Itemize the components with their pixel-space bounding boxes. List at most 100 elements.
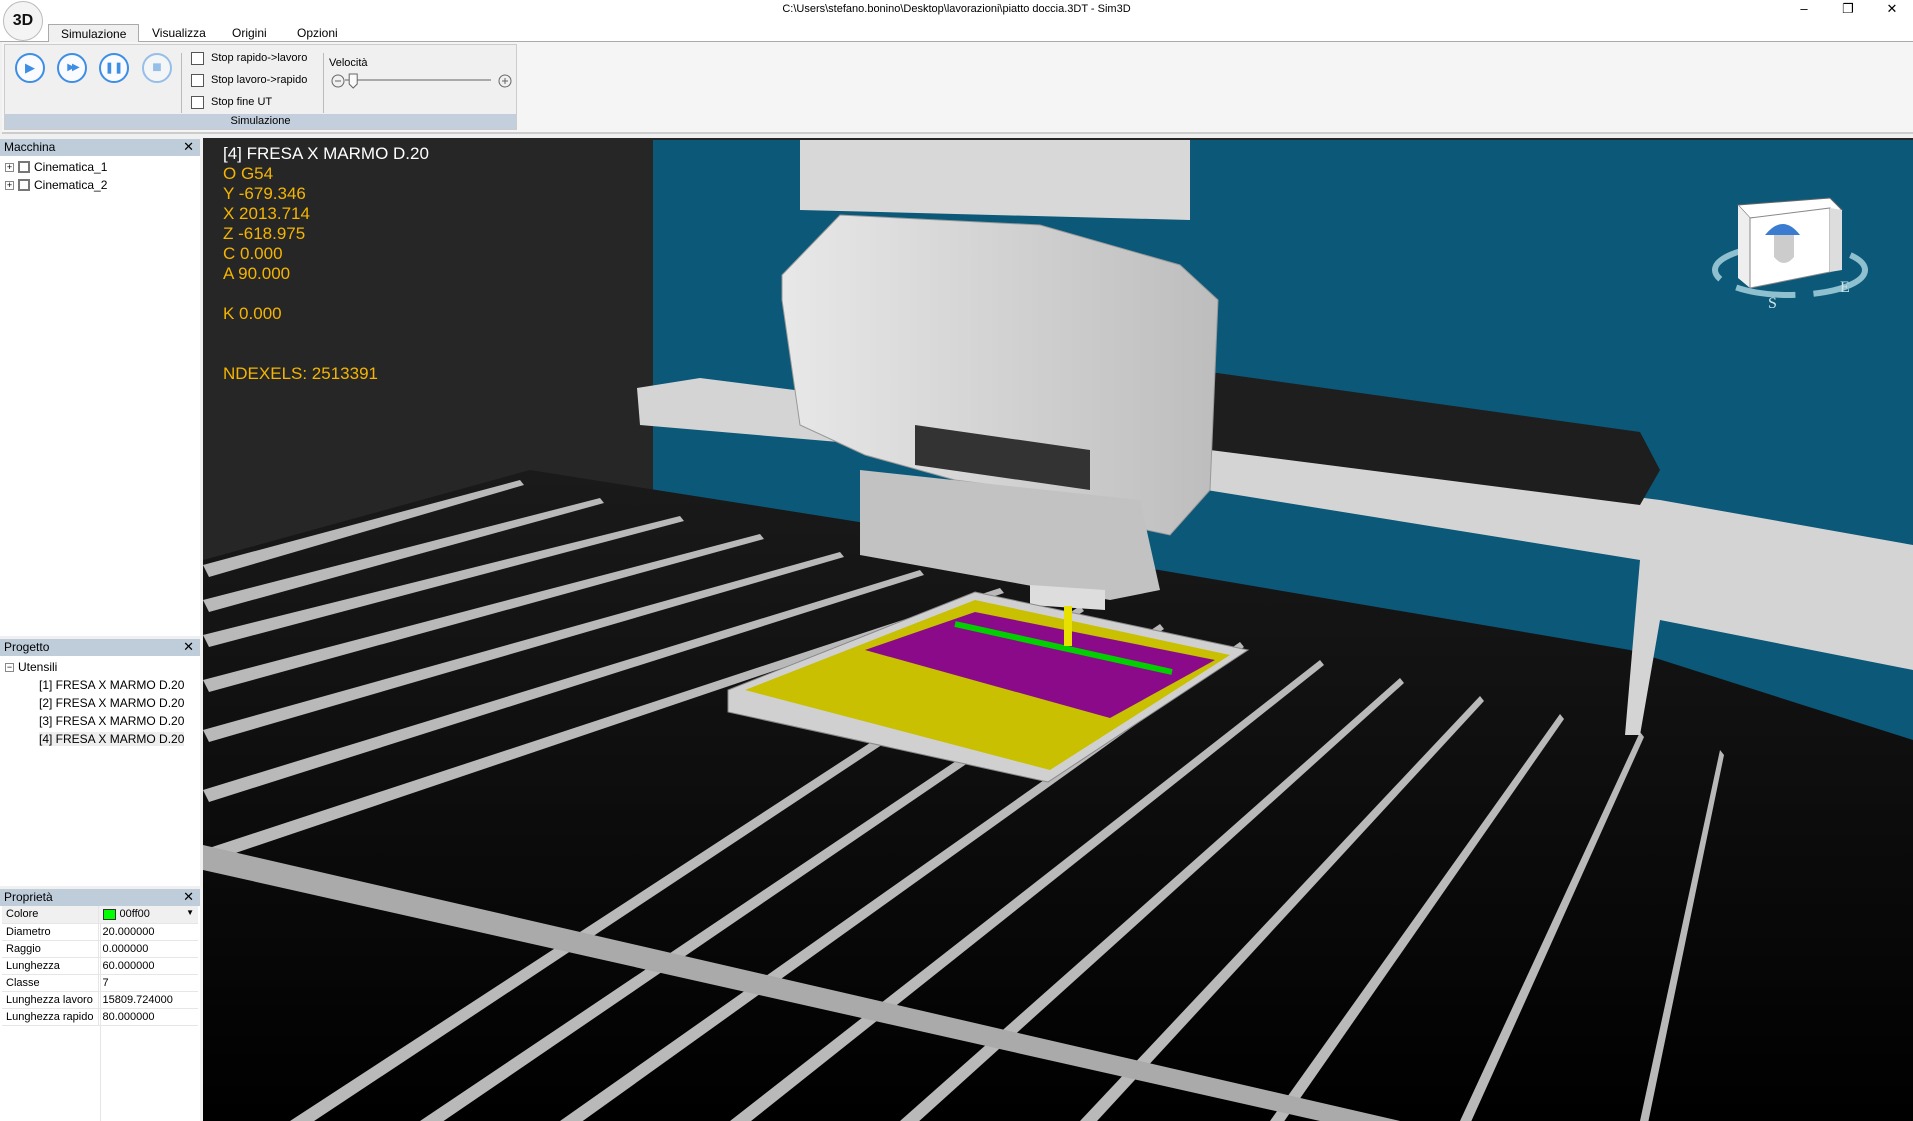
tab-opzioni[interactable]: Opzioni — [285, 24, 350, 42]
separator — [181, 53, 182, 113]
tool-name: [4] FRESA X MARMO D.20 — [223, 144, 429, 163]
property-value[interactable]: 15809.724000 — [98, 991, 198, 1009]
stop-icon: ■ — [152, 59, 162, 76]
panel-title: Macchina — [4, 140, 56, 154]
stop-work-to-rapid-checkbox[interactable]: Stop lavoro->rapido — [191, 71, 307, 89]
expand-icon: + — [5, 179, 14, 190]
play-icon: ▶ — [25, 60, 35, 75]
tree-item-cinematica-2[interactable]: + Cinematica_2 — [5, 176, 195, 194]
tool-label: [2] FRESA X MARMO D.20 — [39, 696, 185, 710]
tool-item[interactable]: [2] FRESA X MARMO D.20 — [5, 694, 195, 712]
stop-rapid-to-work-checkbox[interactable]: Stop rapido->lavoro — [191, 49, 307, 67]
title-bar: C:\Users\stefano.bonino\Desktop\lavorazi… — [0, 0, 1913, 22]
tree-label: Cinematica_1 — [34, 160, 108, 174]
pause-icon: ❚❚ — [104, 62, 124, 74]
dropdown-arrow-icon[interactable]: ▼ — [186, 908, 194, 917]
tool-label: [4] FRESA X MARMO D.20 — [39, 732, 185, 746]
property-name: Classe — [2, 974, 99, 992]
property-name: Diametro — [2, 923, 99, 941]
property-value[interactable]: 7 — [98, 974, 198, 992]
property-name: Lunghezza — [2, 957, 99, 975]
stop-button[interactable]: ■ — [142, 53, 172, 83]
speed-slider[interactable] — [331, 72, 513, 90]
property-value[interactable]: 0.000000 — [98, 940, 198, 958]
tree-label: Cinematica_2 — [34, 178, 108, 192]
window-title: C:\Users\stefano.bonino\Desktop\lavorazi… — [782, 3, 1131, 15]
pause-button[interactable]: ❚❚ — [99, 53, 129, 83]
machine-scene: S E — [203, 140, 1913, 1121]
minimize-button[interactable]: – — [1782, 0, 1826, 20]
checkbox-icon — [18, 161, 30, 173]
checkbox-label: Stop rapido->lavoro — [211, 52, 308, 64]
properties-panel-header: Proprietà ✕ — [0, 889, 200, 906]
property-row-colore: Colore 00ff00 ▼ — [2, 906, 198, 924]
panel-title: Progetto — [4, 640, 50, 654]
spindle-column — [800, 140, 1190, 220]
fast-forward-button[interactable]: ▶▶ — [57, 53, 87, 83]
panel-title: Proprietà — [4, 890, 53, 904]
property-name: Lunghezza lavoro — [2, 991, 99, 1009]
compass-s: S — [1768, 295, 1777, 312]
properties-grid: Colore 00ff00 ▼ Diametro 20.000000 Raggio 0.… — [0, 906, 200, 1121]
project-panel-header: Progetto ✕ — [0, 639, 200, 656]
checkbox-label: Stop lavoro->rapido — [211, 74, 308, 86]
ribbon: ▶ ▶▶ ❚❚ ■ Stop rapido->lavoro Stop lavor… — [2, 42, 1913, 134]
property-name: Colore — [2, 906, 99, 924]
app-logo[interactable]: 3D — [3, 1, 43, 41]
property-value: 00ff00 — [119, 908, 150, 921]
tab-visualizza[interactable]: Visualizza — [140, 24, 218, 42]
property-row: Diametro 20.000000 — [2, 923, 198, 941]
property-row: Raggio 0.000000 — [2, 940, 198, 958]
play-button[interactable]: ▶ — [15, 53, 45, 83]
c-readout: C 0.000 — [223, 244, 283, 263]
fast-forward-icon: ▶▶ — [67, 62, 80, 73]
y-readout: Y -679.346 — [223, 184, 306, 203]
tree-item-cinematica-1[interactable]: + Cinematica_1 — [5, 158, 195, 176]
machine-tree: + Cinematica_1 + Cinematica_2 — [0, 156, 200, 636]
slider-thumb — [348, 73, 358, 89]
tree-item-utensili[interactable]: − Utensili — [5, 658, 195, 676]
machine-panel-header: Macchina ✕ — [0, 139, 200, 156]
speed-label: Velocità — [329, 57, 368, 69]
ribbon-tabs: Simulazione Visualizza Origini Opzioni — [0, 20, 1913, 42]
tool-item[interactable]: [3] FRESA X MARMO D.20 — [5, 712, 195, 730]
close-panel-icon[interactable]: ✕ — [183, 139, 194, 155]
collapse-icon: − — [5, 661, 14, 672]
restore-button[interactable]: ❐ — [1826, 0, 1870, 20]
group-label: Simulazione — [5, 114, 516, 129]
stop-end-tool-checkbox[interactable]: Stop fine UT — [191, 93, 272, 111]
tool-label: [3] FRESA X MARMO D.20 — [39, 714, 185, 728]
property-row: Lunghezza lavoro 15809.724000 — [2, 991, 198, 1009]
checkbox-icon — [18, 179, 30, 191]
a-readout: A 90.000 — [223, 264, 291, 283]
k-readout: K 0.000 — [223, 304, 282, 323]
color-swatch — [102, 908, 116, 920]
checkbox-label: Stop fine UT — [211, 96, 273, 108]
simulation-group: ▶ ▶▶ ❚❚ ■ Stop rapido->lavoro Stop lavor… — [4, 44, 517, 130]
compass-e: E — [1840, 279, 1850, 296]
3d-viewport[interactable]: S E [4] FRESA X MARMO D.20 O G54 Y -679.… — [203, 138, 1913, 1121]
origin-readout: O G54 — [223, 164, 274, 183]
close-panel-icon[interactable]: ✕ — [183, 639, 194, 655]
tool-item[interactable]: [1] FRESA X MARMO D.20 — [5, 676, 195, 694]
property-value[interactable]: 80.000000 — [98, 1008, 198, 1026]
property-value[interactable]: 60.000000 — [98, 957, 198, 975]
property-name: Lunghezza rapido — [2, 1008, 99, 1026]
position-readout: [4] FRESA X MARMO D.20 O G54 Y -679.346 … — [223, 144, 429, 384]
tree-label: Utensili — [18, 660, 58, 674]
tool-item-selected[interactable]: [4] FRESA X MARMO D.20 — [5, 730, 195, 748]
color-value-field[interactable]: 00ff00 ▼ — [98, 906, 198, 924]
z-readout: Z -618.975 — [223, 224, 306, 243]
property-row: Lunghezza rapido 80.000000 — [2, 1008, 198, 1026]
tab-origini[interactable]: Origini — [220, 24, 279, 42]
close-panel-icon[interactable]: ✕ — [183, 889, 194, 905]
tab-simulazione[interactable]: Simulazione — [48, 24, 140, 42]
expand-icon: + — [5, 161, 14, 172]
tool-label: [1] FRESA X MARMO D.20 — [39, 678, 185, 692]
x-readout: X 2013.714 — [223, 204, 310, 223]
ndexels-readout: NDEXELS: 2513391 — [223, 364, 378, 383]
property-row: Classe 7 — [2, 974, 198, 992]
close-button[interactable]: ✕ — [1870, 0, 1913, 20]
property-name: Raggio — [2, 940, 99, 958]
property-value[interactable]: 20.000000 — [98, 923, 198, 941]
